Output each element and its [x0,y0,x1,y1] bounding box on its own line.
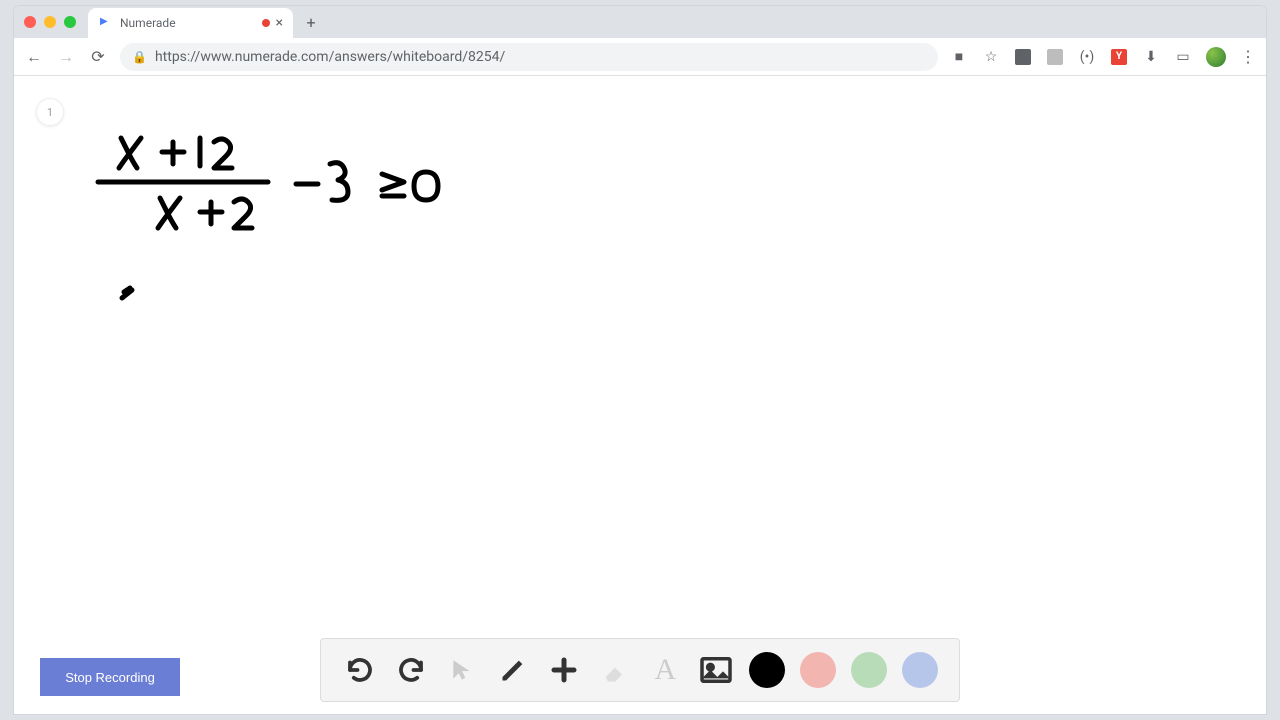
tab-bar: Numerade × + [14,6,1266,38]
extension-3-icon[interactable]: (•) [1078,48,1096,66]
extension-icons: ■ ☆ (•) Y ⬇ ▭ ⋮ [950,47,1256,67]
redo-button[interactable] [393,652,429,688]
add-tool-button[interactable] [546,652,582,688]
extension-1-icon[interactable] [1014,48,1032,66]
text-tool-label: A [655,653,677,687]
bookmark-star-icon[interactable]: ☆ [982,48,1000,66]
tab-favicon-icon [98,15,114,31]
extension-2-icon[interactable] [1046,48,1064,66]
profile-avatar[interactable] [1206,47,1226,67]
tab-title: Numerade [120,16,256,30]
lock-icon: 🔒 [132,50,147,64]
color-red-button[interactable] [800,652,836,688]
forward-button[interactable]: → [56,47,76,67]
window-minimize-button[interactable] [44,16,56,28]
whiteboard-toolbar: A [320,638,960,702]
new-tab-button[interactable]: + [297,13,325,32]
browser-tab[interactable]: Numerade × [88,8,293,38]
back-button[interactable]: ← [24,47,44,67]
stop-recording-button[interactable]: Stop Recording [40,658,180,696]
pointer-tool-button[interactable] [444,652,480,688]
window-controls [24,16,76,28]
whiteboard-canvas[interactable]: 1 [14,76,1266,714]
color-black-button[interactable] [749,652,785,688]
reload-button[interactable]: ⟳ [88,47,108,66]
extension-6-icon[interactable]: ▭ [1174,48,1192,66]
color-blue-button[interactable] [902,652,938,688]
address-bar[interactable]: 🔒 https://www.numerade.com/answers/white… [120,43,938,71]
window-close-button[interactable] [24,16,36,28]
window-maximize-button[interactable] [64,16,76,28]
browser-window: Numerade × + ← → ⟳ 🔒 https://www.numerad… [14,6,1266,714]
text-tool-button[interactable]: A [647,652,683,688]
address-bar-row: ← → ⟳ 🔒 https://www.numerade.com/answers… [14,38,1266,76]
handwriting-layer [14,76,1266,714]
stop-recording-label: Stop Recording [65,670,155,685]
extension-5-icon[interactable]: ⬇ [1142,48,1160,66]
eraser-tool-button[interactable] [597,652,633,688]
browser-menu-button[interactable]: ⋮ [1240,47,1256,66]
recording-indicator-icon [262,19,270,27]
extension-4-icon[interactable]: Y [1110,48,1128,66]
image-tool-button[interactable] [698,652,734,688]
undo-button[interactable] [342,652,378,688]
tab-close-button[interactable]: × [276,15,283,31]
camera-icon[interactable]: ■ [950,48,968,66]
pen-tool-button[interactable] [495,652,531,688]
url-text: https://www.numerade.com/answers/whitebo… [155,49,505,65]
color-green-button[interactable] [851,652,887,688]
